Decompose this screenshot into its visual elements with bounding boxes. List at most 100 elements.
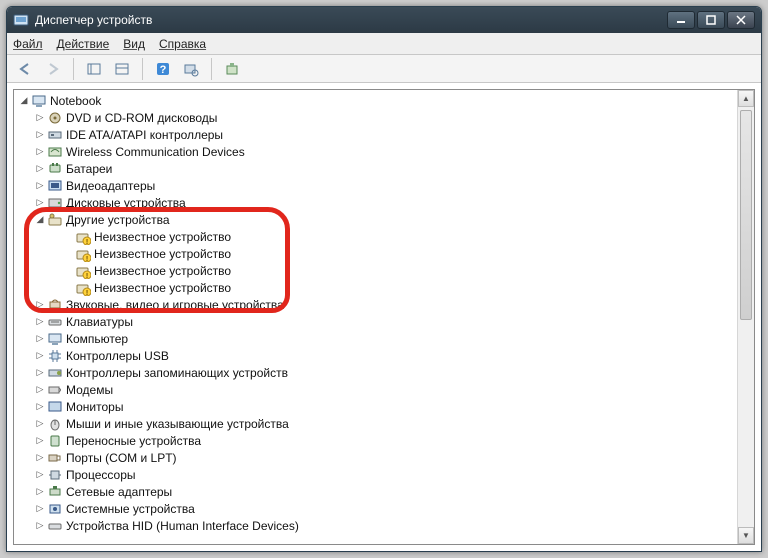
titlebar: Диспетчер устройств [7,7,761,33]
expand-icon[interactable]: ▷ [34,194,46,211]
vertical-scrollbar[interactable]: ▲ ▼ [737,90,754,544]
separator [73,58,74,80]
expand-icon[interactable]: ▷ [34,347,46,364]
tree-category-other-devices[interactable]: ◢ Другие устройства [14,211,737,228]
expand-icon[interactable]: ▷ [34,109,46,126]
other-devices-icon [47,212,63,228]
tree-item-unknown-device[interactable]: !Неизвестное устройство [14,228,737,245]
category-icon [47,127,63,143]
svg-text:!: ! [86,256,88,262]
expand-icon[interactable]: ▷ [34,177,46,194]
maximize-button[interactable] [697,11,725,29]
expand-icon[interactable]: ▷ [34,500,46,517]
minimize-button[interactable] [667,11,695,29]
tree-category[interactable]: ▷DVD и CD-ROM дисководы [14,109,737,126]
expand-icon[interactable]: ▷ [34,364,46,381]
category-icon [47,314,63,330]
expand-icon[interactable]: ▷ [34,432,46,449]
tree-category[interactable]: ▷ Мониторы [14,398,737,415]
category-icon [47,518,63,534]
category-icon [47,331,63,347]
tree-item-unknown-device[interactable]: ! Неизвестное устройство [14,279,737,296]
scan-hardware-button[interactable] [179,58,203,80]
category-icon [47,433,63,449]
tree-item-label: Wireless Communication Devices [66,145,245,159]
scroll-down-button[interactable]: ▼ [738,527,754,544]
tree-category[interactable]: ▷Звуковые, видео и игровые устройства [14,296,737,313]
collapse-icon[interactable]: ◢ [18,92,30,109]
tree-category[interactable]: ▷Устройства HID (Human Interface Devices… [14,517,737,534]
expand-icon[interactable]: ▷ [34,449,46,466]
tree-item-label: Клавиатуры [66,315,133,329]
tree-category[interactable]: ▷Компьютер [14,330,737,347]
tree-item-label: Дисковые устройства [66,196,186,210]
tree-leaf-spacer [62,228,74,245]
expand-icon[interactable]: ▷ [34,398,46,415]
window-controls [667,11,755,29]
show-hidden-button[interactable] [82,58,106,80]
scroll-up-button[interactable]: ▲ [738,90,754,107]
update-driver-button[interactable] [220,58,244,80]
expand-icon[interactable]: ▷ [34,313,46,330]
close-button[interactable] [727,11,755,29]
tree-category[interactable]: ▷Переносные устройства [14,432,737,449]
tree-category[interactable]: ▷Мыши и иные указывающие устройства [14,415,737,432]
expand-icon[interactable]: ▷ [34,483,46,500]
expand-icon[interactable]: ▷ [34,160,46,177]
tree-item-label: Другие устройства [66,213,170,227]
expand-icon[interactable]: ▷ [34,296,46,313]
tree-item-label: Неизвестное устройство [94,281,231,295]
expand-icon[interactable]: ▷ [34,466,46,483]
tree-category[interactable]: ▷ Сетевые адаптеры [14,483,737,500]
tree-leaf-spacer [62,279,74,296]
tree-category[interactable]: ▷Батареи [14,160,737,177]
tree-leaf-spacer [62,262,74,279]
device-tree[interactable]: ◢ Notebook ▷DVD и CD-ROM дисководы▷IDE A… [14,90,737,544]
category-icon [47,161,63,177]
tree-item-label: Мониторы [66,400,123,414]
tree-item-label: Модемы [66,383,113,397]
tree-category[interactable]: ▷ Модемы [14,381,737,398]
expand-icon[interactable]: ▷ [34,126,46,143]
tree-root-label: Notebook [50,94,101,108]
unknown-device-icon: ! [75,263,91,279]
category-icon [47,178,63,194]
expand-icon[interactable]: ▷ [34,517,46,534]
tree-category[interactable]: ▷ Wireless Communication Devices [14,143,737,160]
tree-item-unknown-device[interactable]: !Неизвестное устройство [14,245,737,262]
tree-root[interactable]: ◢ Notebook [14,92,737,109]
properties-button[interactable] [110,58,134,80]
expand-icon[interactable]: ▷ [34,415,46,432]
tree-item-label: Неизвестное устройство [94,230,231,244]
collapse-icon[interactable]: ◢ [34,211,46,228]
expand-icon[interactable]: ▷ [34,143,46,160]
tree-item-label: Сетевые адаптеры [66,485,172,499]
tree-item-label: Контроллеры USB [66,349,169,363]
tree-item-unknown-device[interactable]: !Неизвестное устройство [14,262,737,279]
menu-action[interactable]: Действие [57,37,110,51]
help-button[interactable]: ? [151,58,175,80]
forward-button[interactable] [41,58,65,80]
scroll-thumb[interactable] [740,110,752,320]
menu-file[interactable]: Файл [13,37,43,51]
tree-category[interactable]: ▷Видеоадаптеры [14,177,737,194]
tree-category[interactable]: ▷Контроллеры запоминающих устройств [14,364,737,381]
category-icon [47,382,63,398]
tree-category[interactable]: ▷ Клавиатуры [14,313,737,330]
svg-text:!: ! [86,290,88,296]
tree-item-label: Системные устройства [66,502,195,516]
expand-icon[interactable]: ▷ [34,381,46,398]
menu-help[interactable]: Справка [159,37,206,51]
tree-category[interactable]: ▷Порты (COM и LPT) [14,449,737,466]
unknown-device-icon: ! [75,246,91,262]
tree-category[interactable]: ▷ Системные устройства [14,500,737,517]
tree-category[interactable]: ▷ Контроллеры USB [14,347,737,364]
expand-icon[interactable]: ▷ [34,330,46,347]
window-title: Диспетчер устройств [35,13,152,27]
tree-category[interactable]: ▷Процессоры [14,466,737,483]
tree-category[interactable]: ▷IDE ATA/ATAPI контроллеры [14,126,737,143]
unknown-device-icon: ! [75,229,91,245]
menu-view[interactable]: Вид [123,37,145,51]
back-button[interactable] [13,58,37,80]
tree-category[interactable]: ▷ Дисковые устройства [14,194,737,211]
